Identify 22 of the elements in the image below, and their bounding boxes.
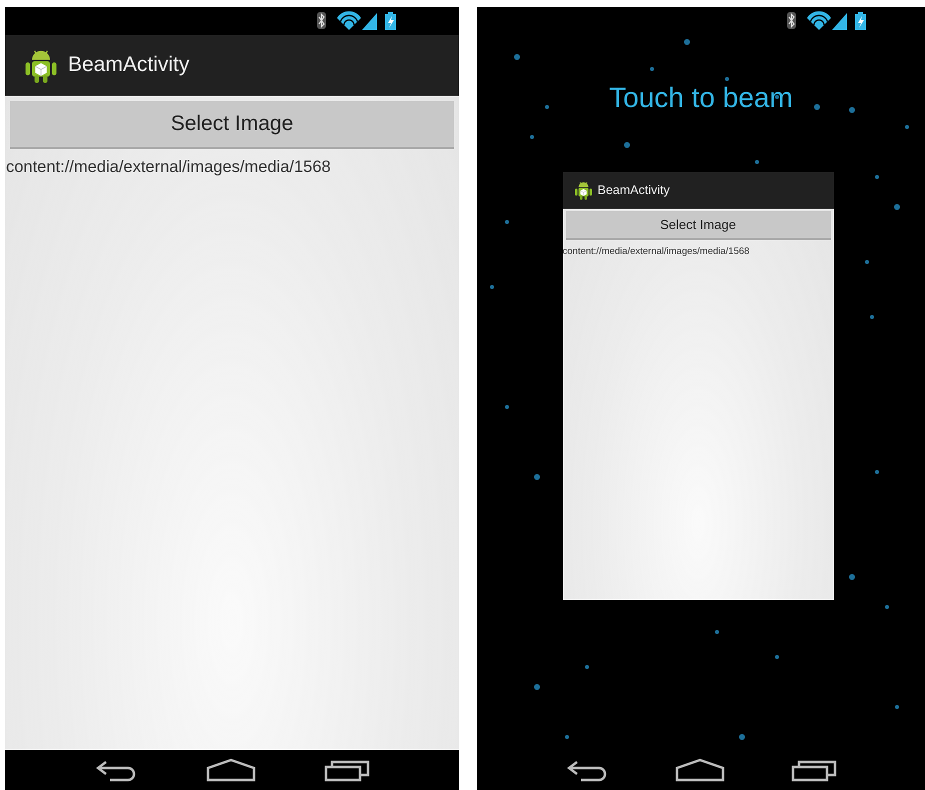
home-icon[interactable] <box>206 758 256 782</box>
recents-icon[interactable] <box>324 758 370 782</box>
wifi-icon <box>807 11 831 30</box>
wifi-icon <box>337 11 361 30</box>
signal-icon <box>362 13 377 30</box>
bluetooth-icon <box>317 12 326 29</box>
beam-prompt: Touch to beam <box>609 82 793 114</box>
battery-icon <box>385 12 396 30</box>
app-title: BeamActivity <box>68 53 190 77</box>
back-icon[interactable] <box>565 758 609 782</box>
robot-icon <box>574 180 592 200</box>
battery-icon <box>855 12 866 30</box>
back-icon[interactable] <box>94 758 138 782</box>
app-title: BeamActivity <box>598 183 670 197</box>
select-image-button[interactable]: Select Image <box>10 101 454 149</box>
uri-text: content://media/external/images/media/1568 <box>6 158 332 177</box>
recents-icon[interactable] <box>791 758 837 782</box>
select-image-button[interactable]: Select Image <box>566 211 830 240</box>
bluetooth-icon <box>787 12 796 29</box>
home-icon[interactable] <box>675 758 725 782</box>
signal-icon <box>832 13 847 30</box>
uri-text: content://media/external/images/media/1568 <box>562 246 750 257</box>
